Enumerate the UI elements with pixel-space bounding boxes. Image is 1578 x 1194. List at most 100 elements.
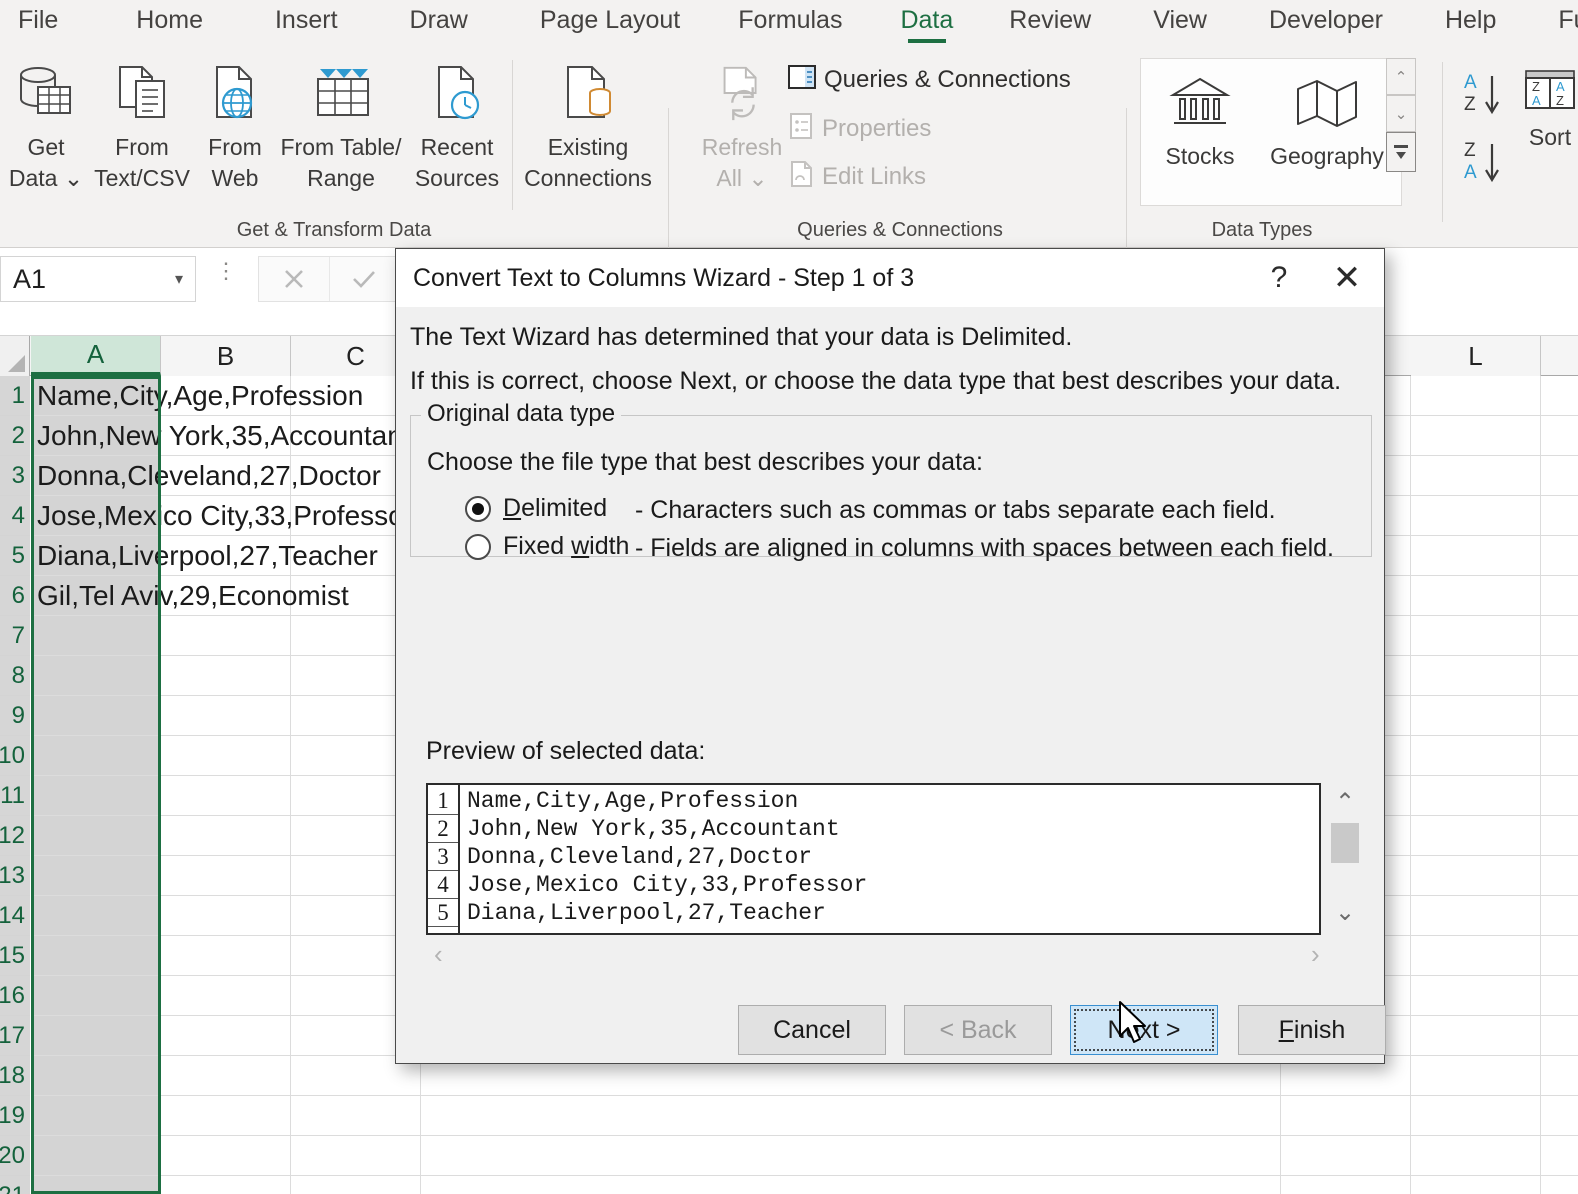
- geography-label: Geography: [1270, 143, 1384, 169]
- from-web-button[interactable]: From Web: [196, 54, 274, 194]
- row-header-5[interactable]: 5: [0, 536, 30, 576]
- svg-text:A: A: [1464, 162, 1477, 183]
- row-header-column: 1 2 3 4 5 6 7 8 9 10 11 12 13 14 15 16 1…: [0, 376, 30, 1194]
- formula-bar-controls: [258, 256, 400, 302]
- properties-button[interactable]: Properties: [788, 112, 931, 145]
- radio-fixed-width[interactable]: Fixed width: [465, 532, 629, 561]
- data-types-gallery[interactable]: Stocks Geography: [1140, 58, 1402, 206]
- preview-label: Preview of selected data:: [426, 737, 706, 765]
- sort-descending-button[interactable]: Z A: [1460, 136, 1514, 193]
- row-header-3[interactable]: 3: [0, 456, 30, 496]
- ribbon-tab-data[interactable]: Data: [900, 4, 953, 45]
- choose-file-type-prompt: Choose the file type that best describes…: [427, 448, 983, 476]
- ribbon-tab-help[interactable]: Help: [1445, 4, 1496, 45]
- from-web-label: From Web: [208, 134, 262, 191]
- row-header-10[interactable]: 10: [0, 736, 30, 776]
- stocks-button[interactable]: Stocks: [1147, 63, 1253, 172]
- next-button[interactable]: Next >: [1070, 1005, 1218, 1055]
- ribbon-body: Get Data ⌄ From Text/CSV From Web From T…: [0, 48, 1578, 248]
- ribbon-tab-insert[interactable]: Insert: [275, 4, 338, 45]
- select-all-corner[interactable]: [0, 336, 30, 376]
- from-text-csv-button[interactable]: From Text/CSV: [94, 54, 190, 194]
- formula-bar-overflow-icon[interactable]: ⋮: [212, 260, 240, 282]
- ribbon-tab-draw[interactable]: Draw: [410, 4, 468, 45]
- chevron-down-icon: ▾: [174, 271, 183, 288]
- from-table-range-button[interactable]: From Table/ Range: [278, 54, 404, 194]
- column-header-L[interactable]: L: [1411, 336, 1541, 376]
- refresh-all-button[interactable]: Refresh All ⌄: [696, 54, 788, 194]
- scroll-down-icon[interactable]: ⌄: [1335, 901, 1355, 925]
- scroll-left-icon[interactable]: ‹: [434, 939, 443, 970]
- gallery-scroll-down-button[interactable]: ⌄: [1386, 95, 1416, 132]
- existing-connections-button[interactable]: Existing Connections: [518, 54, 658, 194]
- row-header-1[interactable]: 1: [0, 376, 30, 416]
- gallery-scroll-up-button[interactable]: ⌃: [1386, 58, 1416, 95]
- row-header-19[interactable]: 19: [0, 1096, 30, 1136]
- geography-button[interactable]: Geography: [1259, 63, 1395, 172]
- cell-A4[interactable]: Jose,Mexico City,33,Professor: [31, 496, 413, 536]
- finish-button-label: Finish: [1278, 1015, 1346, 1044]
- ribbon-tab-fuzzy[interactable]: Fuzzy: [1558, 4, 1578, 45]
- row-header-15[interactable]: 15: [0, 936, 30, 976]
- recent-sources-label: Recent Sources: [414, 134, 500, 191]
- row-header-9[interactable]: 9: [0, 696, 30, 736]
- row-header-18[interactable]: 18: [0, 1056, 30, 1096]
- preview-line-text: Name,City,Age,Profession: [467, 788, 799, 814]
- get-data-button[interactable]: Get Data ⌄: [8, 54, 84, 194]
- edit-links-button[interactable]: Edit Links: [788, 160, 926, 193]
- scroll-right-icon[interactable]: ›: [1311, 939, 1320, 970]
- enter-check-icon[interactable]: [330, 257, 400, 301]
- row-header-13[interactable]: 13: [0, 856, 30, 896]
- row-header-11[interactable]: 11: [0, 776, 30, 816]
- existing-connections-icon: [556, 54, 620, 132]
- ribbon-tab-view[interactable]: View: [1153, 4, 1207, 45]
- cancel-x-icon[interactable]: [259, 257, 329, 301]
- row-header-16[interactable]: 16: [0, 976, 30, 1016]
- sort-ascending-button[interactable]: A Z: [1460, 68, 1514, 125]
- cancel-button[interactable]: Cancel: [738, 1005, 886, 1055]
- preview-line-number: 2: [428, 816, 458, 843]
- radio-delimited-indicator: [465, 495, 491, 522]
- table-range-icon: [306, 54, 376, 132]
- finish-button[interactable]: Finish: [1238, 1005, 1386, 1055]
- name-box[interactable]: A1 ▾: [0, 256, 196, 302]
- cell-A5[interactable]: Diana,Liverpool,27,Teacher: [31, 536, 378, 576]
- row-header-7[interactable]: 7: [0, 616, 30, 656]
- close-icon[interactable]: ✕: [1310, 249, 1384, 307]
- column-header-A[interactable]: A: [31, 336, 161, 376]
- radio-fixed-width-indicator: [465, 533, 491, 560]
- ribbon-tab-home[interactable]: Home: [136, 4, 203, 45]
- cell-A6[interactable]: Gil,Tel Aviv,29,Economist: [31, 576, 349, 616]
- row-header-2[interactable]: 2: [0, 416, 30, 456]
- ribbon-tab-page-layout[interactable]: Page Layout: [540, 4, 680, 45]
- preview-vertical-scrollbar[interactable]: ⌃ ⌄: [1328, 783, 1362, 935]
- scroll-thumb[interactable]: [1331, 823, 1359, 863]
- row-header-20[interactable]: 20: [0, 1136, 30, 1176]
- ribbon-tab-review[interactable]: Review: [1009, 4, 1091, 45]
- row-header-12[interactable]: 12: [0, 816, 30, 856]
- row-header-4[interactable]: 4: [0, 496, 30, 536]
- row-header-14[interactable]: 14: [0, 896, 30, 936]
- recent-sources-button[interactable]: Recent Sources: [406, 54, 508, 194]
- cell-A3[interactable]: Donna,Cleveland,27,Doctor: [31, 456, 381, 496]
- row-header-21[interactable]: 21: [0, 1176, 30, 1194]
- scroll-up-icon[interactable]: ⌃: [1335, 791, 1355, 815]
- cell-A1[interactable]: Name,City,Age,Profession: [31, 376, 363, 416]
- row-header-6[interactable]: 6: [0, 576, 30, 616]
- ribbon-group-queries: Refresh All ⌄ Queries & Connections Prop…: [670, 48, 1130, 248]
- gallery-more-options-button[interactable]: [1386, 132, 1416, 172]
- queries-connections-button[interactable]: Queries & Connections: [788, 64, 1071, 95]
- row-header-17[interactable]: 17: [0, 1016, 30, 1056]
- sort-button[interactable]: Z A A Z Sort: [1518, 64, 1578, 153]
- ribbon-tab-file[interactable]: File: [18, 4, 58, 45]
- radio-delimited[interactable]: Delimited: [465, 494, 607, 523]
- row-header-8[interactable]: 8: [0, 656, 30, 696]
- cell-A2[interactable]: John,New York,35,Accountant: [31, 416, 411, 456]
- ribbon-tab-formulas[interactable]: Formulas: [738, 4, 842, 45]
- column-header-B[interactable]: B: [161, 336, 291, 376]
- ribbon-tab-developer[interactable]: Developer: [1269, 4, 1383, 45]
- from-table-range-label: From Table/ Range: [280, 134, 402, 191]
- data-preview-pane[interactable]: 1 Name,City,Age,Profession 2 John,New Yo…: [426, 783, 1321, 935]
- help-icon[interactable]: ?: [1248, 249, 1310, 307]
- back-button[interactable]: < Back: [904, 1005, 1052, 1055]
